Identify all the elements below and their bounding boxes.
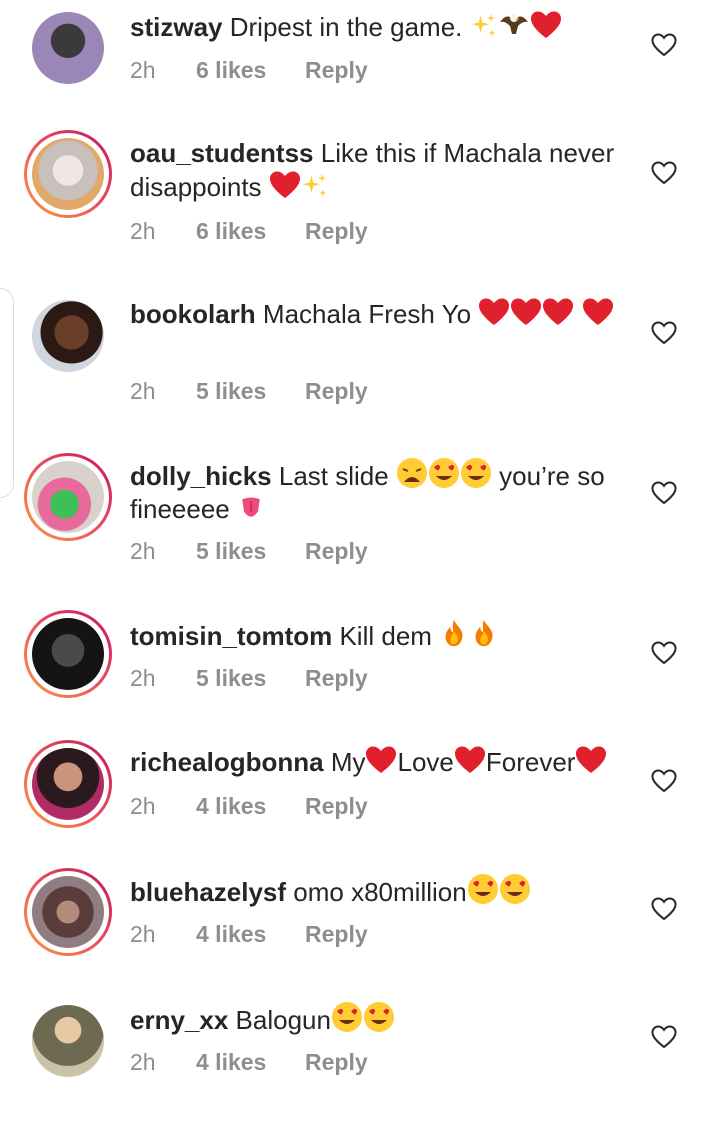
comment-username[interactable]: richealogbonna (130, 747, 324, 777)
heart-eyes-emoji (331, 1001, 363, 1033)
heart-outline-icon[interactable] (651, 161, 677, 185)
heart-outline-icon[interactable] (651, 897, 677, 921)
comment-body: Dripest in the game. (229, 12, 463, 42)
comment-meta: 2h 5 likes Reply (130, 665, 368, 692)
comment-body-part: Forever (485, 747, 576, 777)
fire-emoji (469, 617, 499, 649)
heart-outline-icon[interactable] (651, 33, 677, 57)
comment-likes[interactable]: 5 likes (196, 538, 305, 565)
red-heart-emoji (582, 297, 614, 327)
heart-eyes-emoji (467, 873, 499, 905)
comment-time: 2h (130, 665, 156, 691)
sparkles-emoji (470, 12, 498, 40)
heart-outline-icon[interactable] (651, 321, 677, 345)
red-heart-emoji (269, 170, 301, 200)
heart-eyes-emoji (363, 1001, 395, 1033)
red-heart-emoji (478, 297, 510, 327)
comment-username[interactable]: oau_studentss (130, 138, 314, 168)
heart-outline-icon[interactable] (651, 769, 677, 793)
red-heart-emoji (542, 297, 574, 327)
comment-text: erny_xx Balogun (130, 1001, 630, 1037)
red-heart-emoji (454, 745, 486, 775)
comment-meta: 2h 4 likes Reply (130, 1049, 368, 1076)
comment-username[interactable]: bookolarh (130, 299, 256, 329)
red-heart-emoji (575, 745, 607, 775)
tongue-emoji (237, 494, 265, 522)
comment-username[interactable]: erny_xx (130, 1005, 228, 1035)
avatar[interactable] (24, 453, 112, 541)
comment-meta: 2h 6 likes Reply (130, 218, 368, 245)
comment-likes[interactable]: 5 likes (196, 665, 305, 692)
reply-button[interactable]: Reply (305, 665, 368, 692)
comment-text: oau_studentss Like this if Machala never… (130, 137, 630, 204)
reply-button[interactable]: Reply (305, 793, 368, 820)
comment-meta: 2h 4 likes Reply (130, 793, 368, 820)
avatar[interactable] (24, 868, 112, 956)
avatar[interactable] (24, 740, 112, 828)
avatar[interactable] (32, 300, 104, 372)
red-heart-emoji (510, 297, 542, 327)
comment-meta: 2h 4 likes Reply (130, 921, 368, 948)
comment-text: dolly_hicks Last slide you’re so fineeee… (130, 457, 630, 526)
comment-body-part: Love (397, 747, 454, 777)
side-panel-edge (0, 288, 14, 498)
comment-time: 2h (130, 538, 156, 564)
comment-meta: 2h 5 likes Reply (130, 378, 368, 405)
comment-body: Machala Fresh Yo (262, 299, 472, 329)
comment-time: 2h (130, 793, 156, 819)
fire-emoji (439, 617, 469, 649)
sparkles-emoji (301, 172, 329, 200)
comment-username[interactable]: bluehazelysf (130, 877, 286, 907)
eagle-emoji (498, 8, 530, 40)
comment-username[interactable]: tomisin_tomtom (130, 621, 332, 651)
heart-outline-icon[interactable] (651, 1025, 677, 1049)
heart-eyes-emoji (428, 457, 460, 489)
comment-body: Balogun (235, 1005, 331, 1035)
comment-text: bluehazelysf omo x80million (130, 873, 630, 909)
comment-likes[interactable]: 4 likes (196, 921, 305, 948)
reply-button[interactable]: Reply (305, 921, 368, 948)
avatar[interactable] (32, 1005, 104, 1077)
comment-time: 2h (130, 57, 156, 83)
comment-likes[interactable]: 4 likes (196, 1049, 305, 1076)
reply-button[interactable]: Reply (305, 1049, 368, 1076)
comment-text: tomisin_tomtom Kill dem (130, 617, 630, 653)
avatar[interactable] (32, 12, 104, 84)
avatar[interactable] (24, 130, 112, 218)
red-heart-emoji (530, 10, 562, 40)
comment-body-part: My (330, 747, 366, 777)
reply-button[interactable]: Reply (305, 57, 368, 84)
reply-button[interactable]: Reply (305, 378, 368, 405)
comment-time: 2h (130, 921, 156, 947)
comment-body-start: Last slide (278, 461, 389, 491)
comment-body: Kill dem (339, 621, 432, 651)
heart-eyes-emoji (460, 457, 492, 489)
comment-username[interactable]: dolly_hicks (130, 461, 272, 491)
comment-meta: 2h 6 likes Reply (130, 57, 368, 84)
comment-text: stizway Dripest in the game. (130, 8, 630, 44)
heart-eyes-emoji (499, 873, 531, 905)
heart-outline-icon[interactable] (651, 641, 677, 665)
comment-body: omo x80million (293, 877, 467, 907)
weary-face-emoji (396, 457, 428, 489)
comment-likes[interactable]: 6 likes (196, 218, 305, 245)
comment-likes[interactable]: 5 likes (196, 378, 305, 405)
comment-text: bookolarh Machala Fresh Yo (130, 297, 630, 331)
comment-time: 2h (130, 378, 156, 404)
comment-text: richealogbonna My Love Forever (130, 745, 630, 779)
reply-button[interactable]: Reply (305, 538, 368, 565)
heart-outline-icon[interactable] (651, 481, 677, 505)
red-heart-emoji (365, 745, 397, 775)
comment-meta: 2h 5 likes Reply (130, 538, 368, 565)
comment-username[interactable]: stizway (130, 12, 223, 42)
comment-time: 2h (130, 1049, 156, 1075)
comment-time: 2h (130, 218, 156, 244)
comment-likes[interactable]: 6 likes (196, 57, 305, 84)
avatar[interactable] (24, 610, 112, 698)
reply-button[interactable]: Reply (305, 218, 368, 245)
comment-likes[interactable]: 4 likes (196, 793, 305, 820)
